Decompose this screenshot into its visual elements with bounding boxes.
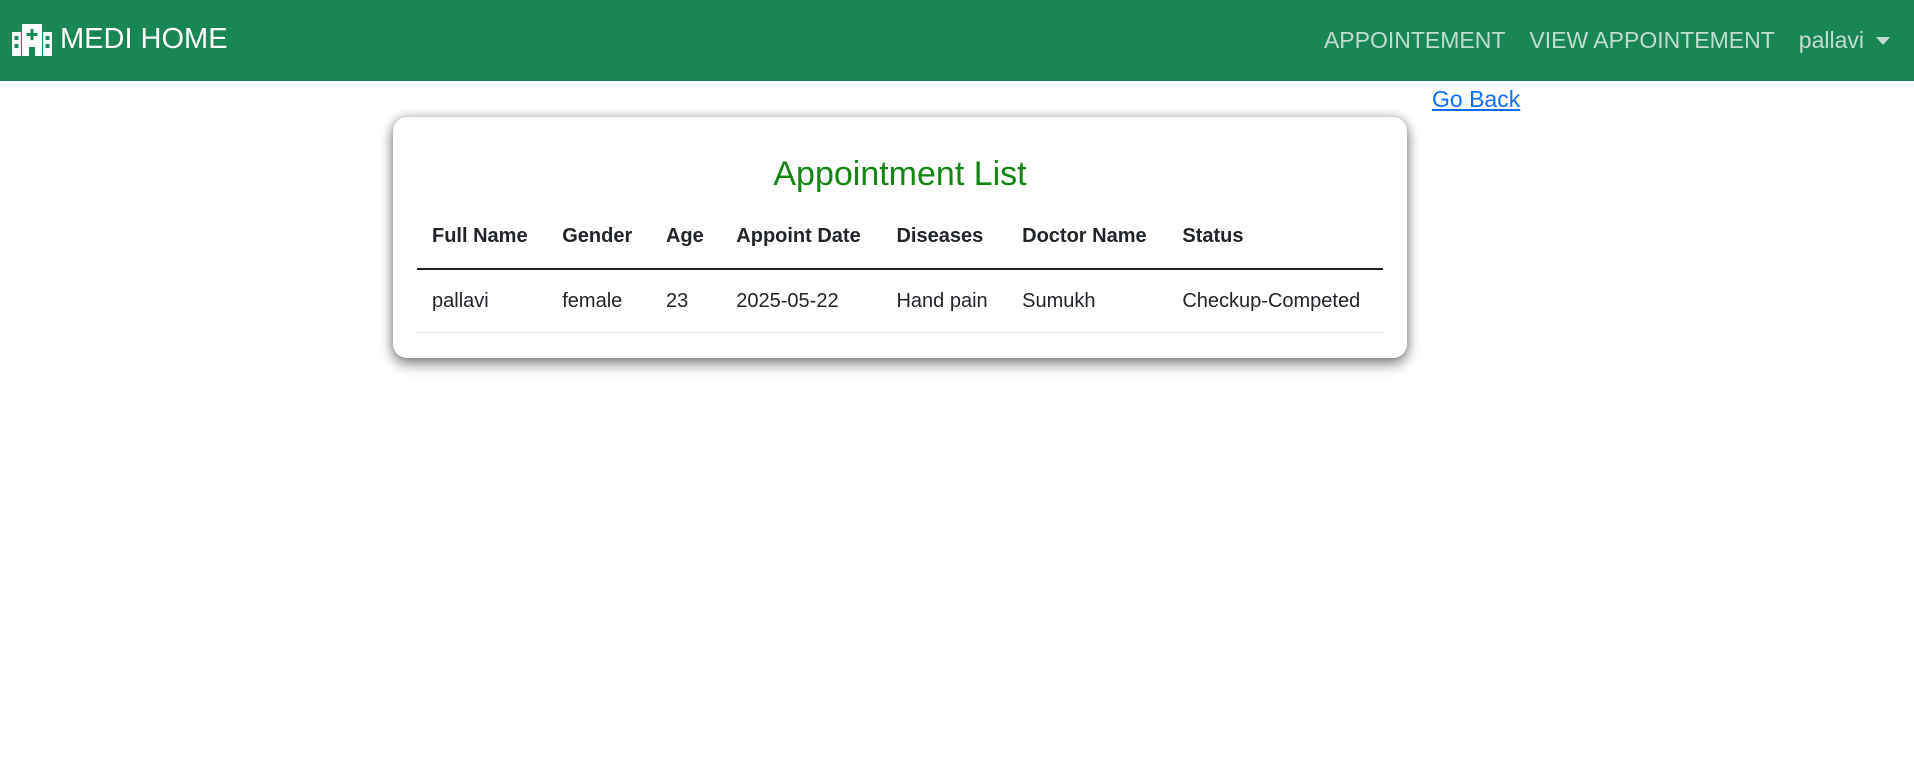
appointment-card: Appointment List Full Name Gender Age Ap… bbox=[393, 117, 1407, 358]
go-back-link[interactable]: Go Back bbox=[1432, 86, 1520, 113]
header-doctor-name: Doctor Name bbox=[1007, 205, 1168, 270]
header-age: Age bbox=[650, 205, 722, 270]
user-name: pallavi bbox=[1798, 27, 1864, 53]
cell-appoint-date: 2025-05-22 bbox=[721, 269, 882, 333]
header-appoint-date: Appoint Date bbox=[721, 205, 882, 270]
cell-status: Checkup-Competed bbox=[1167, 269, 1383, 333]
cell-diseases: Hand pain bbox=[881, 269, 1008, 333]
table-header-row: Full Name Gender Age Appoint Date Diseas… bbox=[417, 205, 1383, 270]
brand-link[interactable]: MEDI HOME bbox=[12, 22, 228, 56]
header-full-name: Full Name bbox=[417, 205, 548, 270]
header-diseases: Diseases bbox=[881, 205, 1008, 270]
nav-view-appointment-link[interactable]: VIEW APPOINTEMENT bbox=[1529, 27, 1774, 54]
header-status: Status bbox=[1167, 205, 1383, 270]
hospital-icon bbox=[12, 24, 52, 56]
navbar: MEDI HOME APPOINTEMENT VIEW APPOINTEMENT… bbox=[0, 0, 1914, 81]
brand-title: MEDI HOME bbox=[60, 22, 228, 55]
cell-age: 23 bbox=[650, 269, 722, 333]
cell-doctor-name: Sumukh bbox=[1007, 269, 1168, 333]
nav-appointment-link[interactable]: APPOINTEMENT bbox=[1324, 27, 1505, 54]
page-title: Appointment List bbox=[773, 155, 1027, 193]
cell-gender: female bbox=[547, 269, 651, 333]
cell-full-name: pallavi bbox=[417, 269, 548, 333]
nav-links: APPOINTEMENT VIEW APPOINTEMENT pallavi bbox=[1300, 0, 1890, 81]
appointment-table: Full Name Gender Age Appoint Date Diseas… bbox=[417, 205, 1383, 333]
user-dropdown[interactable]: pallavi bbox=[1799, 27, 1890, 54]
table-row: pallavi female 23 2025-05-22 Hand pain S… bbox=[417, 269, 1383, 333]
header-gender: Gender bbox=[547, 205, 651, 270]
chevron-down-icon bbox=[1876, 36, 1890, 45]
